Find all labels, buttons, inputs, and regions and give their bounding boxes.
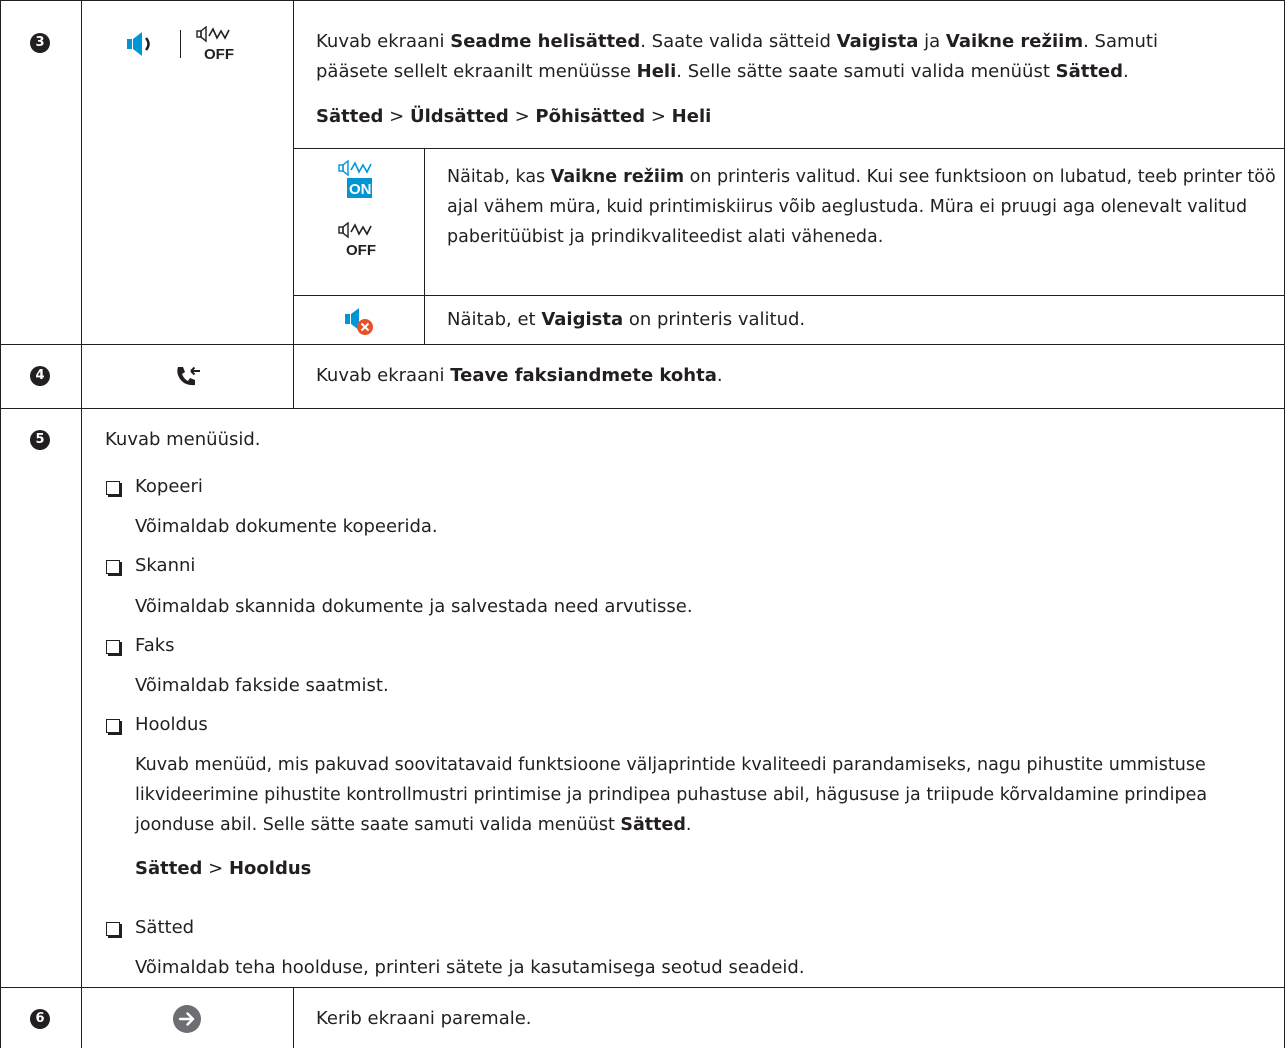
col-icon-divider-row4 xyxy=(293,344,294,408)
arrow-right-icon[interactable] xyxy=(172,1004,202,1034)
menu-item-label: Hooldus xyxy=(135,714,208,735)
row-number-4: 4 xyxy=(30,366,50,386)
checkbox-bullet xyxy=(106,640,120,654)
row5-intro: Kuvab menüüsid. xyxy=(105,429,261,450)
menu-item-desc: Kuvab menüüd, mis pakuvad soovitatavaid … xyxy=(135,755,1208,835)
row-number-3: 3 xyxy=(30,33,50,53)
menu-item-desc: Võimaldab skannida dokumente ja salvesta… xyxy=(135,596,693,617)
table-top-border xyxy=(0,0,1285,1)
row3-description-line1: Kuvab ekraani Seadme helisätted. Saate v… xyxy=(316,31,1158,52)
sound-settings-icons: OFF xyxy=(126,26,266,62)
row3-subtable-mid xyxy=(293,295,1285,296)
hooldus-menu-path: Sätted > Hooldus xyxy=(135,858,312,879)
menu-item-desc: Võimaldab fakside saatmist. xyxy=(135,675,389,696)
row5-bottom xyxy=(0,987,1285,988)
checkbox-bullet xyxy=(106,481,120,495)
quiet-mode-off-icon: OFF xyxy=(196,26,234,62)
col-icon-divider-row6 xyxy=(293,987,294,1048)
row4-description: Kuvab ekraani Teave faksiandmete kohta. xyxy=(316,365,723,386)
table-left-border xyxy=(0,0,1,1048)
checkbox-bullet xyxy=(106,719,120,733)
row3-subtable-top xyxy=(293,148,1285,149)
menu-item-label: Sätted xyxy=(135,917,195,938)
speaker-icon xyxy=(127,32,150,56)
quiet-mode-on-icon: ON xyxy=(338,160,372,198)
row3-bottom xyxy=(0,344,1285,345)
quiet-mode-description: Näitab, kas Vaikne režiim on printeris v… xyxy=(447,167,1276,247)
col-icon-divider-row3 xyxy=(293,0,294,344)
row3-description-line2: pääsete sellelt ekraanilt menüüsse Heli.… xyxy=(316,61,1129,82)
row3-menu-path: Sätted > Üldsätted > Põhisätted > Heli xyxy=(316,106,712,127)
menu-item-label: Faks xyxy=(135,635,175,656)
row-number-5: 5 xyxy=(30,430,50,450)
menu-item-label: Kopeeri xyxy=(135,476,203,497)
menu-item-desc: Võimaldab dokumente kopeerida. xyxy=(135,516,438,537)
separator-bar xyxy=(180,30,181,58)
mute-description: Näitab, et Vaigista on printeris valitud… xyxy=(447,309,806,330)
svg-text:OFF: OFF xyxy=(346,242,376,259)
fax-data-icon xyxy=(177,366,200,386)
quiet-mode-off-icon-small: OFF xyxy=(338,222,376,259)
col-num-divider xyxy=(81,0,82,1048)
row6-description: Kerib ekraani paremale. xyxy=(316,1008,532,1029)
row-number-6: 6 xyxy=(30,1009,50,1029)
row4-bottom xyxy=(0,408,1285,409)
svg-text:ON: ON xyxy=(349,181,372,198)
mute-icon xyxy=(345,308,373,335)
menu-item-desc: Võimaldab teha hoolduse, printeri sätete… xyxy=(135,957,805,978)
row3-subtable-divider xyxy=(424,148,425,344)
menu-item-label: Skanni xyxy=(135,555,196,576)
svg-text:OFF: OFF xyxy=(204,46,234,62)
checkbox-bullet xyxy=(106,560,120,574)
checkbox-bullet xyxy=(106,922,120,936)
